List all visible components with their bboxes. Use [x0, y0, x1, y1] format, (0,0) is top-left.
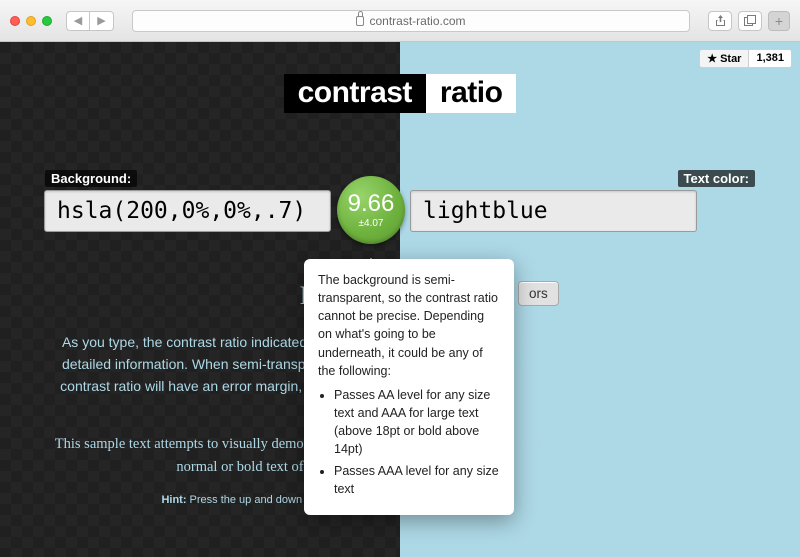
text-color-label: Text color:: [678, 170, 756, 187]
star-count: 1,381: [749, 49, 792, 68]
star-label: Star: [720, 53, 741, 65]
ratio-value: 9.66: [348, 192, 395, 216]
share-icon: [715, 15, 726, 27]
maximize-window-icon[interactable]: [42, 16, 52, 26]
tooltip-bullet: Passes AAA level for any size text: [334, 462, 500, 498]
back-button[interactable]: ◀: [66, 11, 90, 31]
browser-chrome: ◀ ▶ contrast-ratio.com +: [0, 0, 800, 42]
hint-label: Hint:: [161, 494, 186, 506]
title-word-2: ratio: [426, 74, 517, 113]
title-word-1: contrast: [284, 74, 426, 113]
background-input[interactable]: hsla(200,0%,0%,.7): [44, 190, 331, 232]
chrome-right-controls: +: [708, 11, 790, 31]
lock-icon: [356, 16, 364, 26]
tooltip-intro: The background is semi-transparent, so t…: [318, 271, 500, 380]
tabs-icon: [744, 15, 756, 26]
tooltip-list: Passes AA level for any size text and AA…: [318, 386, 500, 499]
star-button[interactable]: ★ Star: [699, 49, 749, 68]
github-star-widget[interactable]: ★ Star 1,381: [699, 49, 792, 68]
page-title: contrastratio: [0, 76, 800, 110]
address-bar[interactable]: contrast-ratio.com: [132, 10, 690, 32]
ratio-tooltip: The background is semi-transparent, so t…: [304, 259, 514, 515]
ratio-error: ±4.07: [359, 218, 384, 229]
minimize-window-icon[interactable]: [26, 16, 36, 26]
nav-back-forward: ◀ ▶: [66, 11, 114, 31]
background-input-value: hsla(200,0%,0%,.7): [57, 198, 306, 224]
page-viewport: ★ Star 1,381 contrastratio Background: T…: [0, 42, 800, 557]
window-traffic-lights: [10, 16, 52, 26]
url-text: contrast-ratio.com: [369, 14, 465, 28]
text-color-input[interactable]: lightblue: [410, 190, 697, 232]
star-icon: ★: [707, 52, 717, 65]
background-label: Background:: [45, 170, 137, 187]
forward-button[interactable]: ▶: [90, 11, 114, 31]
text-color-input-value: lightblue: [423, 198, 548, 224]
contrast-ratio-badge[interactable]: 9.66 ±4.07: [337, 176, 405, 244]
new-tab-button[interactable]: +: [768, 11, 790, 31]
share-button[interactable]: [708, 11, 732, 31]
tabs-button[interactable]: [738, 11, 762, 31]
tooltip-bullet: Passes AA level for any size text and AA…: [334, 386, 500, 459]
close-window-icon[interactable]: [10, 16, 20, 26]
